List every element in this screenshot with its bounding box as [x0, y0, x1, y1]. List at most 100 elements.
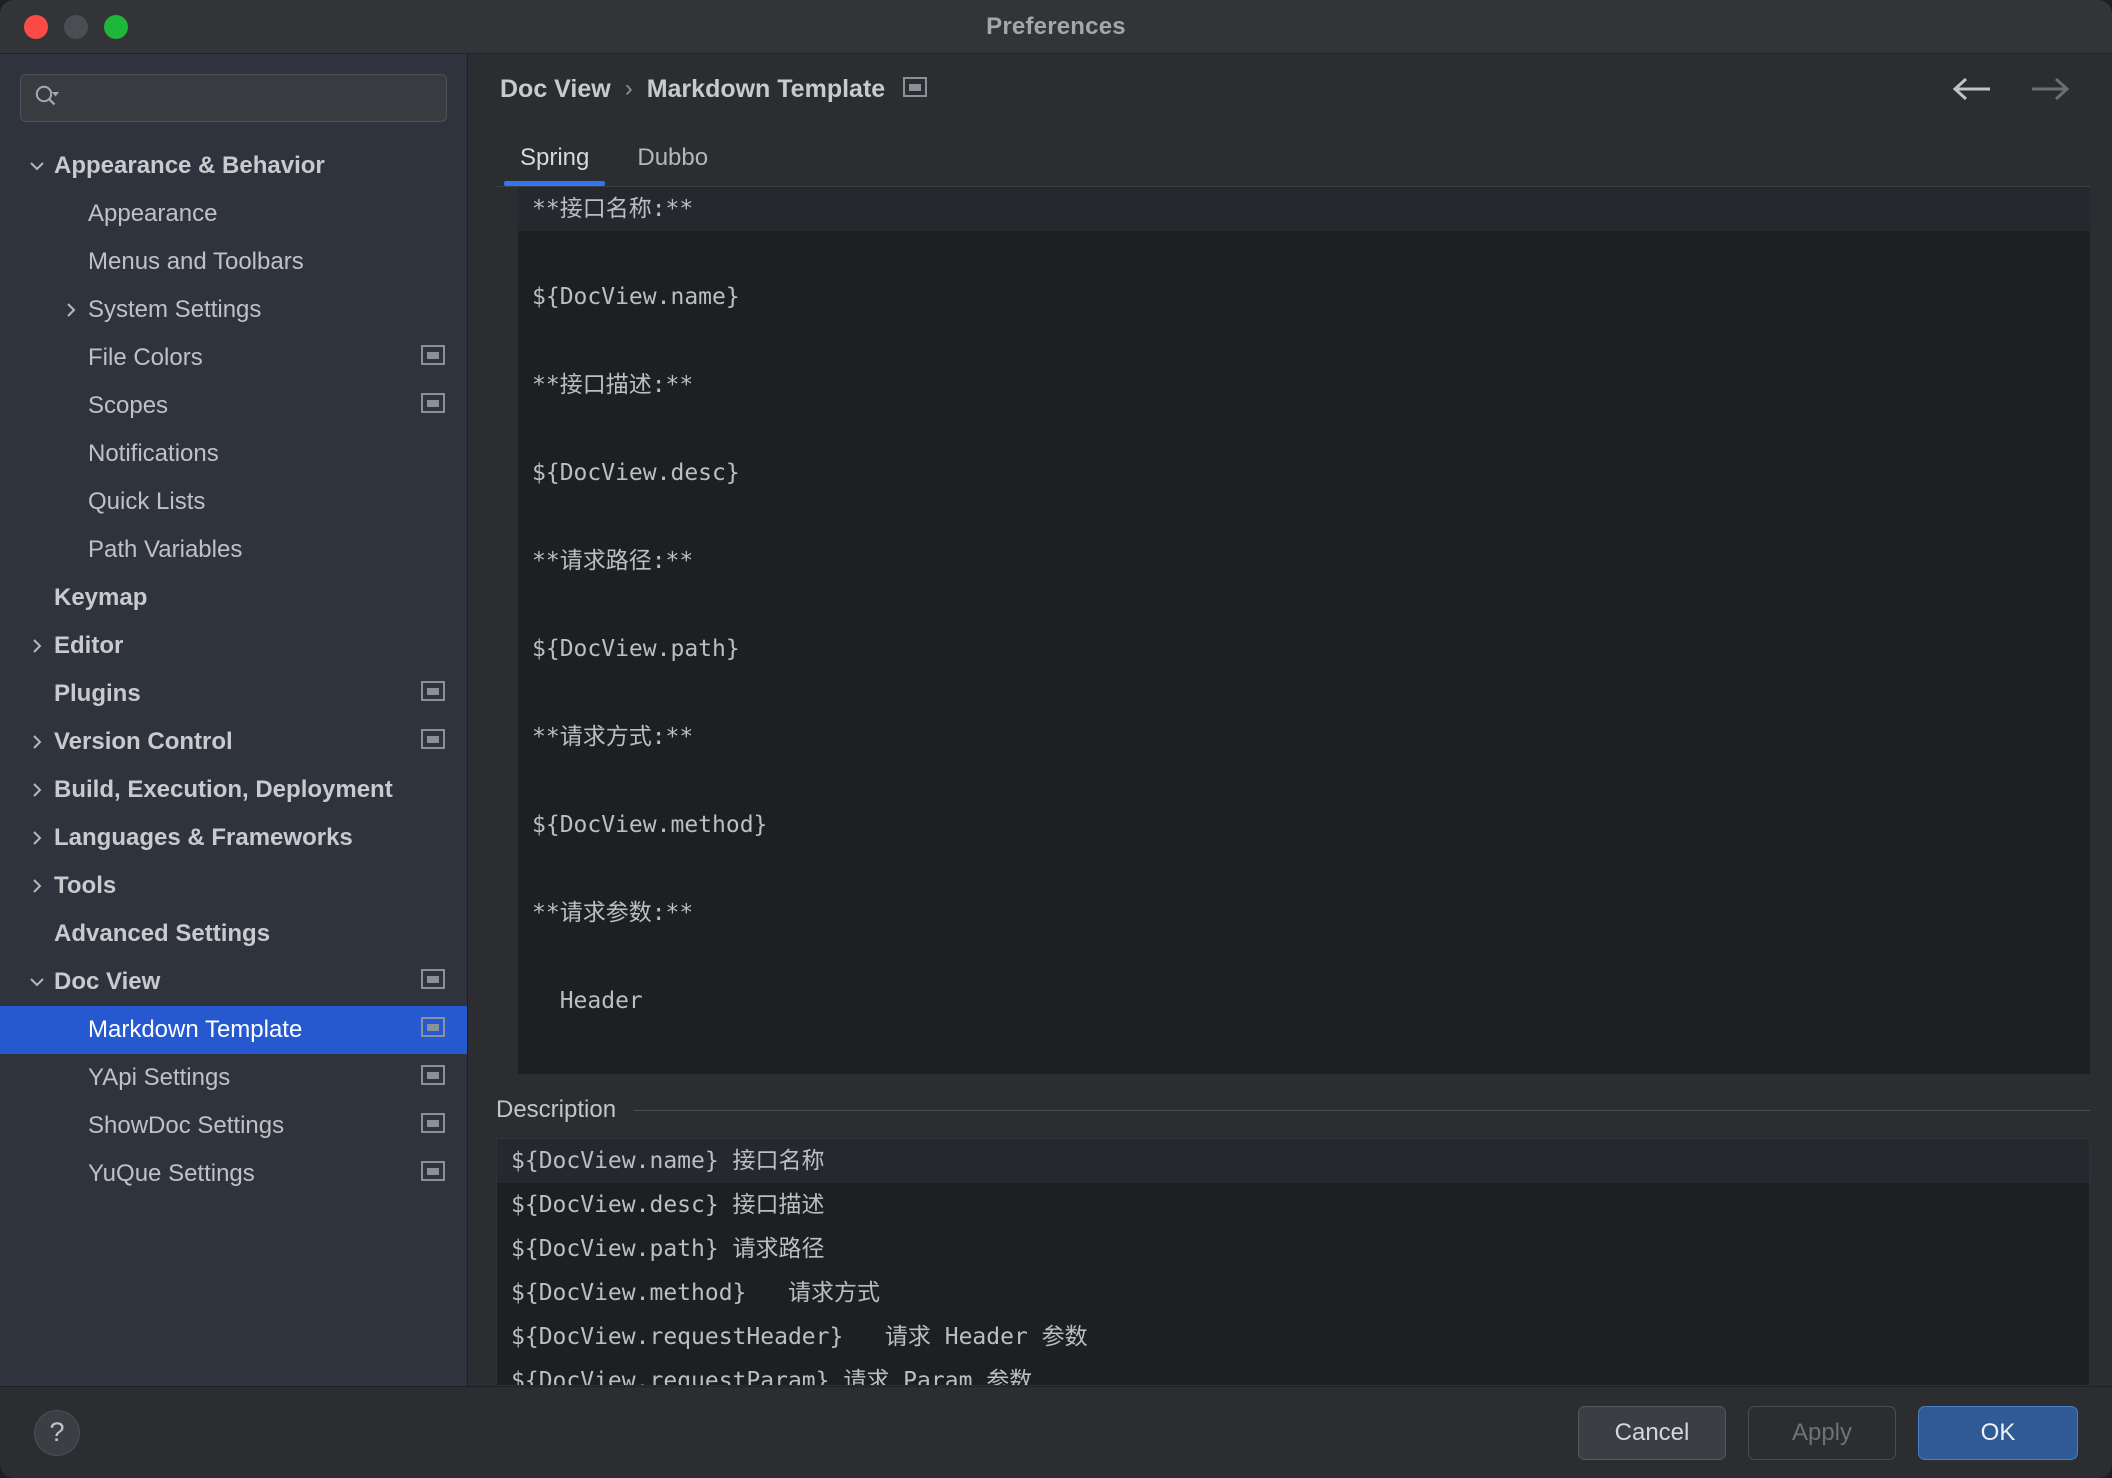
- sidebar-item-quick-lists[interactable]: Quick Lists: [0, 478, 467, 526]
- template-editor[interactable]: **接口名称:** ${DocView.name} **接口描述:** ${DocVi…: [518, 187, 2090, 1074]
- sidebar-item-tools[interactable]: Tools: [0, 862, 467, 910]
- sidebar-item-appearance-behavior[interactable]: Appearance & Behavior: [0, 142, 467, 190]
- apply-button[interactable]: Apply: [1748, 1405, 1896, 1460]
- tab-dubbo[interactable]: Dubbo: [613, 144, 732, 186]
- description-title: Description: [496, 1096, 617, 1123]
- editor-line: ${DocView.desc}: [532, 460, 740, 486]
- nav-forward-button[interactable]: [2018, 76, 2084, 102]
- close-window-icon[interactable]: [24, 14, 48, 39]
- search-box[interactable]: [20, 74, 447, 122]
- sidebar-item-version-control[interactable]: Version Control: [0, 718, 467, 766]
- sidebar-item-menus-and-toolbars[interactable]: Menus and Toolbars: [0, 238, 467, 286]
- sidebar-item-file-colors[interactable]: File Colors: [0, 334, 467, 382]
- chevron-down-icon[interactable]: [20, 156, 54, 176]
- sidebar-item-label: Notifications: [88, 440, 219, 467]
- minimize-window-icon[interactable]: [64, 14, 88, 39]
- settings-window-icon: [421, 1112, 445, 1140]
- traffic-light-buttons: [0, 14, 128, 39]
- tab-spring[interactable]: Spring: [496, 144, 613, 186]
- description-header: Description: [496, 1096, 2090, 1124]
- sidebar-item-plugins[interactable]: Plugins: [0, 670, 467, 718]
- sidebar-item-path-variables[interactable]: Path Variables: [0, 526, 467, 574]
- sidebar-item-label: Keymap: [54, 584, 148, 611]
- sidebar-item-label: Quick Lists: [88, 488, 206, 515]
- sidebar-item-doc-view[interactable]: Doc View: [0, 958, 467, 1006]
- help-button[interactable]: ?: [34, 1409, 80, 1456]
- sidebar-item-yuque-settings[interactable]: YuQue Settings: [0, 1150, 467, 1198]
- editor-line: **接口描述:**: [532, 372, 694, 398]
- sidebar-item-notifications[interactable]: Notifications: [0, 430, 467, 478]
- chevron-right-icon: ›: [624, 75, 633, 102]
- editor-gutter: [496, 187, 518, 1074]
- description-line: ${DocView.method} 请求方式: [511, 1280, 880, 1306]
- cancel-button[interactable]: Cancel: [1578, 1405, 1726, 1460]
- ok-button[interactable]: OK: [1918, 1405, 2078, 1460]
- sidebar-item-keymap[interactable]: Keymap: [0, 574, 467, 622]
- sidebar-item-label: ShowDoc Settings: [88, 1112, 285, 1139]
- sidebar-item-label: Languages & Frameworks: [54, 824, 353, 851]
- settings-window-icon: [421, 1064, 445, 1092]
- description-line: ${DocView.requestHeader} 请求 Header 参数: [511, 1324, 1088, 1350]
- settings-window-icon: [421, 728, 445, 756]
- chevron-right-icon[interactable]: [20, 828, 54, 848]
- settings-content: Doc View › Markdown Template Spring Dubb…: [468, 54, 2112, 1386]
- sidebar-item-showdoc-settings[interactable]: ShowDoc Settings: [0, 1102, 467, 1150]
- sidebar-item-build-execution-deployment[interactable]: Build, Execution, Deployment: [0, 766, 467, 814]
- breadcrumb: Doc View › Markdown Template: [468, 54, 2112, 124]
- sidebar-search-wrap: [0, 54, 467, 134]
- settings-window-icon: [421, 392, 445, 420]
- sidebar-item-appearance[interactable]: Appearance: [0, 190, 467, 238]
- sidebar-item-yapi-settings[interactable]: YApi Settings: [0, 1054, 467, 1102]
- sidebar-item-scopes[interactable]: Scopes: [0, 382, 467, 430]
- sidebar-item-label: Tools: [54, 872, 117, 899]
- settings-window-icon: [421, 968, 445, 996]
- sidebar-item-label: Appearance & Behavior: [54, 152, 325, 179]
- settings-window-icon: [421, 1160, 445, 1188]
- sidebar-item-system-settings[interactable]: System Settings: [0, 286, 467, 334]
- sidebar-item-label: Path Variables: [88, 536, 243, 563]
- sidebar-item-label: Build, Execution, Deployment: [54, 776, 393, 803]
- nav-back-button[interactable]: [1938, 76, 2004, 102]
- settings-window-icon: [421, 680, 445, 708]
- sidebar-item-markdown-template[interactable]: Markdown Template: [0, 1006, 467, 1054]
- editor-line: **请求参数:**: [532, 900, 694, 926]
- template-tabs[interactable]: Spring Dubbo: [468, 124, 2112, 186]
- sidebar-item-advanced-settings[interactable]: Advanced Settings: [0, 910, 467, 958]
- settings-window-icon: [421, 344, 445, 372]
- search-input[interactable]: [65, 86, 434, 110]
- settings-sidebar: Appearance & Behavior Appearance Menus and…: [0, 54, 468, 1386]
- breadcrumb-leaf: Markdown Template: [646, 74, 886, 103]
- chevron-right-icon[interactable]: [20, 876, 54, 896]
- maximize-window-icon[interactable]: [104, 14, 128, 39]
- chevron-right-icon[interactable]: [20, 732, 54, 752]
- sidebar-item-languages-frameworks[interactable]: Languages & Frameworks: [0, 814, 467, 862]
- editor-line: **请求路径:**: [532, 548, 694, 574]
- description-box: ${DocView.name} 接口名称 ${DocView.desc} 接口描述…: [496, 1138, 2090, 1386]
- chevron-right-icon[interactable]: [20, 780, 54, 800]
- sidebar-item-label: File Colors: [88, 344, 203, 371]
- sidebar-item-label: YApi Settings: [88, 1064, 231, 1091]
- sidebar-item-label: Plugins: [54, 680, 141, 707]
- breadcrumb-root[interactable]: Doc View: [500, 75, 611, 104]
- description-line: ${DocView.requestParam} 请求 Param 参数: [511, 1368, 1033, 1386]
- window-badge-icon: [903, 76, 928, 102]
- chevron-right-icon[interactable]: [54, 300, 88, 320]
- sidebar-item-label: Markdown Template: [88, 1016, 303, 1043]
- editor-line: ${DocView.method}: [532, 812, 768, 838]
- sidebar-item-label: YuQue Settings: [88, 1160, 255, 1187]
- sidebar-item-label: System Settings: [88, 296, 262, 323]
- sidebar-item-label: Editor: [54, 632, 124, 659]
- sidebar-item-editor[interactable]: Editor: [0, 622, 467, 670]
- titlebar: Preferences: [0, 0, 2112, 54]
- description-divider: [634, 1109, 2090, 1111]
- settings-tree[interactable]: Appearance & Behavior Appearance Menus and…: [0, 134, 467, 1386]
- chevron-right-icon[interactable]: [20, 636, 54, 656]
- description-section: Description ${DocView.name} 接口名称 ${DocVie…: [468, 1074, 2112, 1386]
- chevron-down-icon[interactable]: [20, 972, 54, 992]
